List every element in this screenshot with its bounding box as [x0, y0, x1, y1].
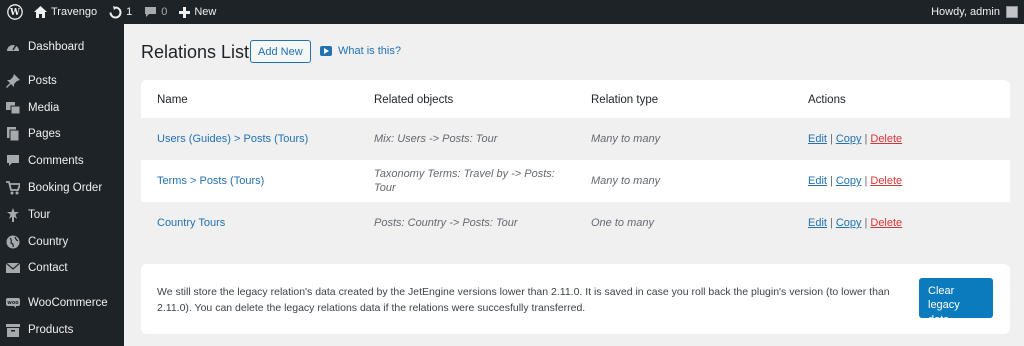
my-account[interactable]: Howdy, admin	[931, 0, 1018, 24]
sidebar-item-contact[interactable]: Contact	[0, 255, 124, 281]
archive-icon	[6, 323, 20, 337]
sidebar-item-posts[interactable]: Posts	[0, 68, 124, 94]
wordpress-logo-icon[interactable]: W	[2, 0, 28, 24]
admin-sidebar: Dashboard Posts Media Pages Comments Boo…	[0, 24, 124, 346]
video-play-icon	[320, 46, 332, 56]
admin-bar: W Travengo 1 0 New Howdy, admin	[0, 0, 1024, 24]
pin-icon	[6, 74, 20, 88]
comment-bubble-icon	[144, 6, 157, 18]
relation-type: Many to many	[591, 133, 661, 145]
separator: |	[864, 133, 868, 145]
sidebar-item-label: Comments	[28, 155, 84, 167]
sidebar-item-dashboard[interactable]: Dashboard	[0, 34, 124, 60]
page-title: Relations List	[141, 42, 250, 62]
sidebar-item-label: Products	[28, 324, 74, 336]
star-person-icon	[6, 208, 20, 222]
delete-link[interactable]: Delete	[870, 133, 902, 145]
add-new-button[interactable]: Add New	[250, 40, 311, 63]
notice-text: We still store the legacy relation's dat…	[157, 286, 890, 315]
avatar	[1006, 6, 1018, 18]
clear-legacy-data-button[interactable]: Clear legacy data	[919, 278, 993, 326]
relation-name-link[interactable]: Country Tours	[157, 202, 225, 240]
copy-link[interactable]: Copy	[836, 175, 862, 187]
separator: |	[829, 133, 833, 145]
legacy-data-notice: We still store the legacy relation's dat…	[141, 264, 1010, 334]
row-actions: Edit | Copy | Delete	[808, 202, 902, 240]
sidebar-item-tour[interactable]: Tour	[0, 202, 124, 228]
edit-link[interactable]: Edit	[808, 133, 827, 145]
sidebar-item-label: Posts	[28, 75, 57, 87]
separator: |	[829, 175, 833, 187]
envelope-icon	[6, 261, 20, 275]
media-icon	[6, 101, 20, 115]
comments-count: 0	[161, 6, 168, 18]
table-row: Terms > Posts (Tours) Taxonomy Terms: Tr…	[141, 160, 1010, 202]
sidebar-item-label: Media	[28, 102, 60, 114]
column-header-related-objects: Related objects	[374, 94, 454, 106]
sidebar-item-label: Booking Order	[28, 182, 103, 194]
row-actions: Edit | Copy | Delete	[808, 160, 902, 202]
sidebar-item-label: WooCommerce	[28, 297, 108, 309]
column-header-name: Name	[157, 94, 188, 106]
site-name: Travengo	[51, 6, 98, 18]
svg-text:W: W	[9, 8, 20, 18]
sidebar-item-comments[interactable]: Comments	[0, 148, 124, 174]
relation-type: Many to many	[591, 175, 661, 187]
separator: |	[829, 217, 833, 229]
comments-link[interactable]: 0	[138, 0, 173, 24]
sidebar-item-products[interactable]: Products	[0, 317, 124, 343]
sidebar-item-label: Contact	[28, 262, 68, 274]
table-row: Country Tours Posts: Country -> Posts: T…	[141, 202, 1010, 240]
sidebar-item-label: Country	[28, 236, 69, 248]
woo-icon: woo	[6, 296, 20, 310]
sidebar-item-pages[interactable]: Pages	[0, 121, 124, 147]
howdy-text: Howdy, admin	[931, 6, 1000, 18]
separator: |	[864, 175, 868, 187]
copy-link[interactable]: Copy	[836, 133, 862, 145]
what-is-this-label: What is this?	[338, 45, 401, 57]
sidebar-item-booking-order[interactable]: Booking Order	[0, 175, 124, 201]
column-header-actions: Actions	[808, 94, 846, 106]
refresh-icon	[109, 5, 122, 19]
comment-icon	[6, 154, 20, 168]
what-is-this-link[interactable]: What is this?	[320, 45, 401, 57]
relation-name-link[interactable]: Users (Guides) > Posts (Tours)	[157, 118, 308, 160]
column-header-relation-type: Relation type	[591, 94, 659, 106]
row-actions: Edit | Copy | Delete	[808, 118, 902, 160]
delete-link[interactable]: Delete	[870, 217, 902, 229]
edit-link[interactable]: Edit	[808, 217, 827, 229]
updates-count: 1	[126, 6, 133, 18]
cart-icon	[6, 181, 20, 195]
sidebar-item-country[interactable]: Country	[0, 229, 124, 255]
relation-type: One to many	[591, 217, 654, 229]
new-label: New	[194, 6, 217, 18]
new-content-link[interactable]: New	[173, 0, 222, 24]
relation-name-link[interactable]: Terms > Posts (Tours)	[157, 160, 264, 202]
sidebar-item-label: Dashboard	[28, 41, 85, 53]
sidebar-item-label: Pages	[28, 128, 61, 140]
related-objects: Mix: Users -> Posts: Tour	[374, 132, 498, 145]
sidebar-item-label: Tour	[28, 209, 51, 221]
related-objects: Taxonomy Terms: Travel by -> Posts: Tour	[374, 167, 555, 194]
table-row: Users (Guides) > Posts (Tours) Mix: User…	[141, 118, 1010, 160]
globe-icon	[6, 235, 20, 249]
delete-link[interactable]: Delete	[870, 175, 902, 187]
related-objects: Posts: Country -> Posts: Tour	[374, 216, 518, 229]
edit-link[interactable]: Edit	[808, 175, 827, 187]
relations-table: Name Related objects Relation type Actio…	[141, 80, 1010, 240]
svg-text:woo: woo	[7, 300, 19, 306]
site-name-link[interactable]: Travengo	[28, 0, 103, 24]
table-header: Name Related objects Relation type Actio…	[141, 80, 1010, 118]
copy-link[interactable]: Copy	[836, 217, 862, 229]
home-icon	[34, 6, 47, 18]
dashboard-icon	[6, 40, 20, 54]
sidebar-item-media[interactable]: Media	[0, 95, 124, 121]
plus-icon	[179, 6, 191, 18]
updates-link[interactable]: 1	[103, 0, 138, 24]
separator: |	[864, 217, 868, 229]
sidebar-item-woocommerce[interactable]: woo WooCommerce	[0, 290, 124, 316]
pages-icon	[6, 127, 20, 141]
